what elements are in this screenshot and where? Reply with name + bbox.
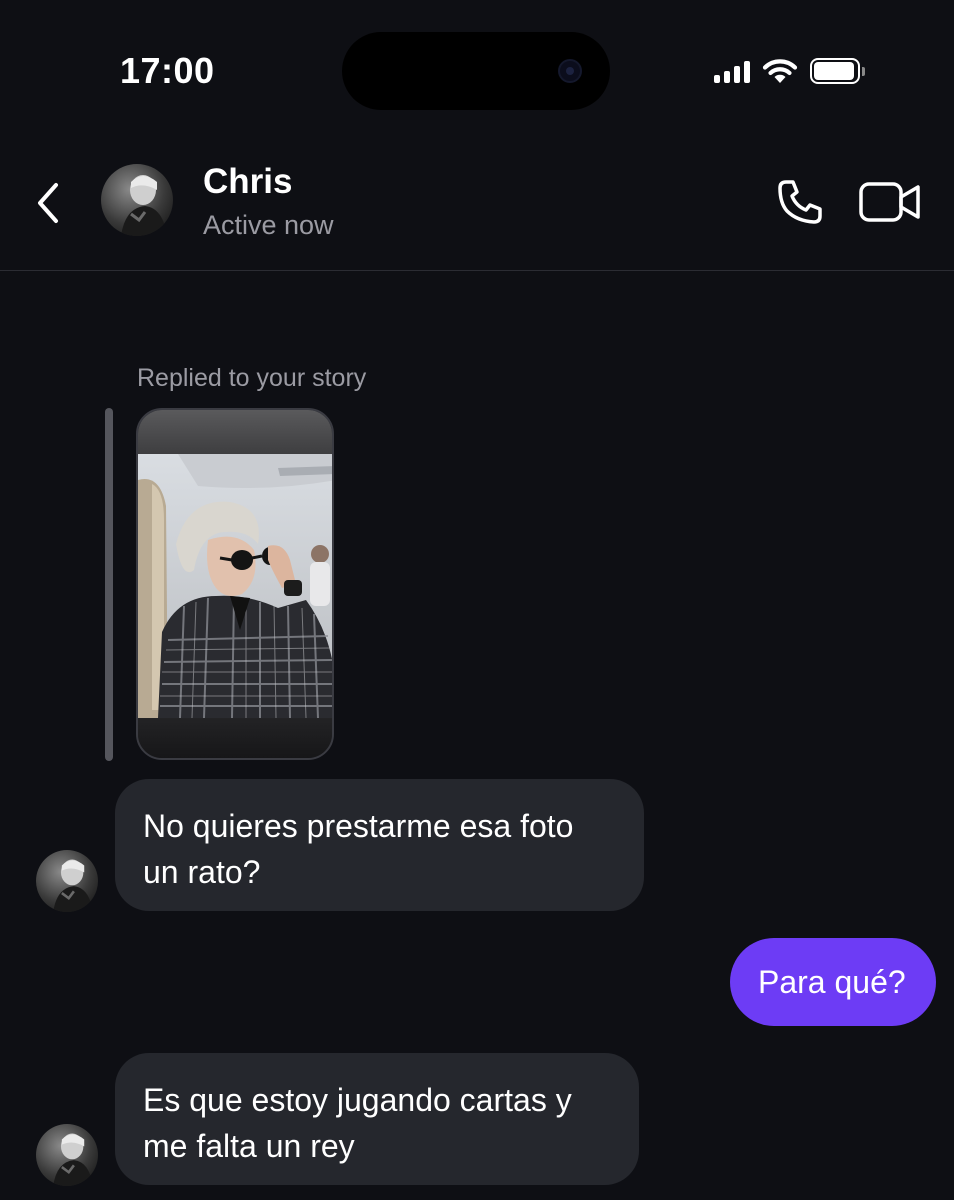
- contact-avatar-small[interactable]: [36, 1124, 98, 1186]
- message-text-line: No quieres prestarme esa foto: [143, 808, 574, 844]
- incoming-message-bubble[interactable]: No quieres prestarme esa foto un rato?: [115, 779, 644, 911]
- voice-call-button[interactable]: [770, 174, 830, 230]
- phone-icon: [778, 180, 822, 224]
- contact-name[interactable]: Chris: [203, 162, 292, 202]
- message-text-line: Para qué?: [758, 964, 906, 1000]
- contact-active-status: Active now: [203, 210, 334, 240]
- wifi-icon: [762, 59, 798, 83]
- cellular-signal-icon: [714, 59, 750, 83]
- story-thumbnail[interactable]: [136, 408, 334, 760]
- chat-header: Chris Active now: [0, 140, 954, 271]
- message-text-line: Es que estoy jugando cartas y: [143, 1082, 572, 1118]
- message-text-line: un rato?: [143, 854, 261, 890]
- contact-avatar-small[interactable]: [36, 850, 98, 912]
- video-camera-icon: [859, 182, 920, 222]
- reply-indicator-bar: [105, 408, 113, 761]
- status-time: 17:00: [120, 50, 215, 91]
- battery-icon: [810, 58, 865, 84]
- message-text-line: me falta un rey: [143, 1128, 355, 1164]
- incoming-message-bubble[interactable]: Es que estoy jugando cartas y me falta u…: [115, 1053, 639, 1185]
- contact-avatar[interactable]: [101, 164, 173, 236]
- story-reply-caption: Replied to your story: [137, 364, 367, 392]
- back-button[interactable]: [28, 178, 68, 228]
- chat-screen: 17:00 Chris Active now Replied to your s…: [0, 0, 954, 1200]
- outgoing-message-bubble[interactable]: Para qué?: [730, 938, 936, 1026]
- front-camera-icon: [558, 59, 582, 83]
- dynamic-island: [342, 32, 610, 110]
- back-chevron-icon: [38, 183, 58, 223]
- status-icons: [714, 56, 865, 86]
- video-call-button[interactable]: [856, 176, 924, 228]
